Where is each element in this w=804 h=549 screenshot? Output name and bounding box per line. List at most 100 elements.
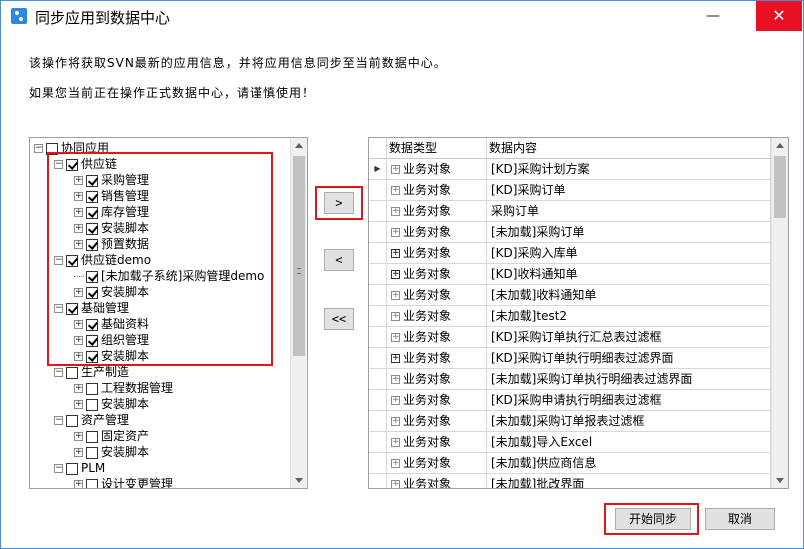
expand-icon[interactable]: + xyxy=(391,354,400,363)
scroll-up-icon[interactable] xyxy=(295,143,303,148)
tree-item[interactable]: + 安装脚本 xyxy=(74,444,149,460)
tree-item[interactable]: + 固定资产 xyxy=(74,428,149,444)
expand-icon[interactable]: + xyxy=(391,270,400,279)
expand-icon[interactable]: + xyxy=(74,480,83,488)
row-selector[interactable] xyxy=(369,264,387,284)
cancel-button[interactable]: 取消 xyxy=(705,508,775,530)
grid-row[interactable]: + 业务对象 [未加载]导入Excel xyxy=(369,432,771,453)
row-selector[interactable] xyxy=(369,285,387,305)
expand-icon[interactable]: + xyxy=(391,396,400,405)
grid-row[interactable]: + 业务对象 [未加载]供应商信息 xyxy=(369,453,771,474)
cell-data-type: + 业务对象 xyxy=(387,327,487,347)
grid-row[interactable]: + 业务对象 [未加载]采购订单执行明细表过滤界面 xyxy=(369,369,771,390)
expand-icon[interactable]: + xyxy=(391,186,400,195)
expand-icon[interactable]: + xyxy=(391,438,400,447)
expand-icon[interactable]: + xyxy=(391,207,400,216)
tree-item-checkbox[interactable] xyxy=(86,398,98,411)
cell-data-type-text: 业务对象 xyxy=(403,351,452,365)
tree-item-checkbox[interactable] xyxy=(86,478,98,488)
grid-row[interactable]: + 业务对象 [KD]采购订单 xyxy=(369,180,771,201)
scroll-thumb[interactable] xyxy=(774,156,786,218)
collapse-icon[interactable]: − xyxy=(54,416,63,425)
row-selector[interactable] xyxy=(369,327,387,347)
cell-data-type-text: 业务对象 xyxy=(403,204,452,218)
expand-icon[interactable]: + xyxy=(391,165,400,174)
grid-row[interactable]: ▶ + 业务对象 [KD]采购计划方案 xyxy=(369,159,771,180)
expand-icon[interactable]: + xyxy=(391,228,400,237)
tree-item-checkbox[interactable] xyxy=(66,462,78,475)
grip-icon xyxy=(297,268,301,274)
cell-data-type-text: 业务对象 xyxy=(403,372,452,386)
row-selector[interactable] xyxy=(369,474,387,488)
data-grid[interactable]: 数据类型 数据内容 ▶ + 业务对象 [KD]采购计划方案 + 业务对象 [KD]采购订单 +… xyxy=(368,137,789,489)
grid-row[interactable]: + 业务对象 [KD]采购订单执行明细表过滤界面 xyxy=(369,348,771,369)
expand-icon[interactable]: + xyxy=(391,480,400,488)
expand-icon[interactable]: + xyxy=(391,249,400,258)
remove-selected-button[interactable]: < xyxy=(324,249,354,271)
expand-icon[interactable]: + xyxy=(391,333,400,342)
expand-icon[interactable]: + xyxy=(391,459,400,468)
row-selector[interactable]: ▶ xyxy=(369,159,387,179)
row-selector[interactable] xyxy=(369,222,387,242)
grid-row[interactable]: + 业务对象 [未加载]批改界面 xyxy=(369,474,771,488)
column-header-content[interactable]: 数据内容 xyxy=(487,138,771,158)
tree-item-checkbox[interactable] xyxy=(66,366,78,379)
grid-row[interactable]: + 业务对象 [KD]采购入库单 xyxy=(369,243,771,264)
tree-item-checkbox[interactable] xyxy=(86,446,98,459)
collapse-icon[interactable]: − xyxy=(54,464,63,473)
grid-row[interactable]: + 业务对象 [KD]收料通知单 xyxy=(369,264,771,285)
row-selector[interactable] xyxy=(369,306,387,326)
expand-icon[interactable]: + xyxy=(391,417,400,426)
expand-icon[interactable]: + xyxy=(74,400,83,409)
scroll-up-icon[interactable] xyxy=(776,143,784,148)
tree-item[interactable]: − PLM xyxy=(54,460,105,476)
scroll-thumb[interactable] xyxy=(293,156,305,356)
minimize-button[interactable]: — xyxy=(691,1,735,31)
tree-scrollbar[interactable] xyxy=(290,138,307,488)
row-selector[interactable] xyxy=(369,390,387,410)
collapse-icon[interactable]: − xyxy=(54,368,63,377)
grid-row[interactable]: + 业务对象 [未加载]收料通知单 xyxy=(369,285,771,306)
tree-item[interactable]: + 设计变更管理 xyxy=(74,476,173,488)
grid-row[interactable]: + 业务对象 [未加载]采购订单报表过滤框 xyxy=(369,411,771,432)
scroll-down-icon[interactable] xyxy=(776,478,784,483)
tree-item[interactable]: + 工程数据管理 xyxy=(74,380,173,396)
row-selector[interactable] xyxy=(369,369,387,389)
tree-item[interactable]: − 资产管理 xyxy=(54,412,129,428)
grid-scrollbar[interactable] xyxy=(771,138,788,488)
scroll-down-icon[interactable] xyxy=(295,478,303,483)
expand-icon[interactable]: + xyxy=(391,375,400,384)
close-button[interactable]: ✕ xyxy=(756,1,802,31)
row-selector[interactable] xyxy=(369,201,387,221)
tree-item-label: 固定资产 xyxy=(101,429,150,443)
tree-item[interactable]: − 生产制造 xyxy=(54,364,129,380)
row-selector[interactable] xyxy=(369,348,387,368)
grid-row[interactable]: + 业务对象 [KD]采购申请执行明细表过滤框 xyxy=(369,390,771,411)
grid-row[interactable]: + 业务对象 [KD]采购订单执行汇总表过滤框 xyxy=(369,327,771,348)
grid-row[interactable]: + 业务对象 [未加载]test2 xyxy=(369,306,771,327)
start-sync-button[interactable]: 开始同步 xyxy=(615,508,691,530)
row-selector[interactable] xyxy=(369,243,387,263)
expand-icon[interactable]: + xyxy=(391,291,400,300)
row-selector[interactable] xyxy=(369,411,387,431)
tree-item-checkbox[interactable] xyxy=(86,430,98,443)
column-header-type[interactable]: 数据类型 xyxy=(387,138,487,158)
cell-data-type: + 业务对象 xyxy=(387,390,487,410)
expand-icon[interactable]: + xyxy=(391,312,400,321)
collapse-icon[interactable]: − xyxy=(34,144,43,153)
expand-icon[interactable]: + xyxy=(74,432,83,441)
tree-item-checkbox[interactable] xyxy=(66,414,78,427)
cell-data-content: [KD]采购订单执行汇总表过滤框 xyxy=(487,327,771,347)
grid-row[interactable]: + 业务对象 [未加载]采购订单 xyxy=(369,222,771,243)
expand-icon[interactable]: + xyxy=(74,384,83,393)
grid-row[interactable]: + 业务对象 采购订单 xyxy=(369,201,771,222)
add-selected-button[interactable]: > xyxy=(324,192,354,214)
remove-all-button[interactable]: << xyxy=(324,308,354,330)
tree-item-checkbox[interactable] xyxy=(86,382,98,395)
cell-data-content: [未加载]导入Excel xyxy=(487,432,771,452)
tree-item[interactable]: + 安装脚本 xyxy=(74,396,149,412)
row-selector[interactable] xyxy=(369,180,387,200)
row-selector[interactable] xyxy=(369,432,387,452)
expand-icon[interactable]: + xyxy=(74,448,83,457)
row-selector[interactable] xyxy=(369,453,387,473)
